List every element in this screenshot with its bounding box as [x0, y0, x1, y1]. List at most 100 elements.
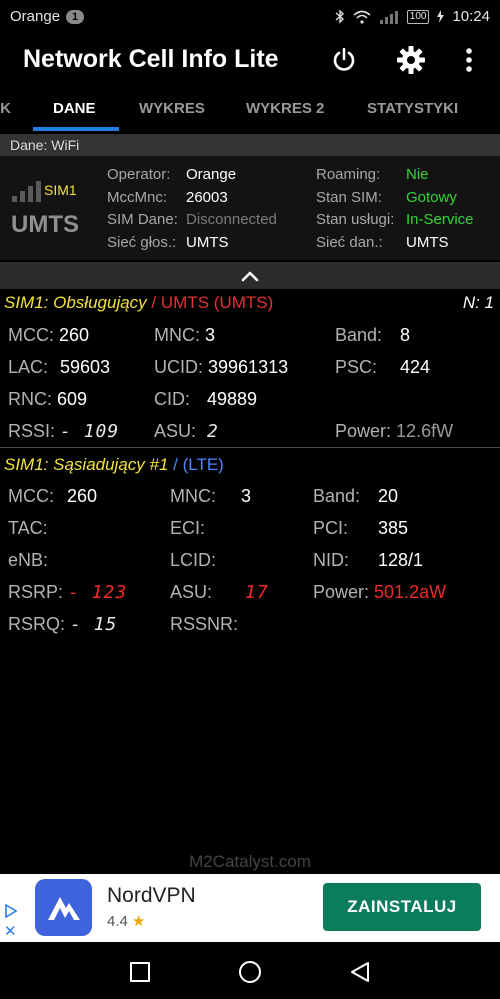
- charging-icon: [437, 10, 445, 23]
- neighbor-eci: ECI:: [170, 518, 206, 538]
- data-connection-bar: Dane: WiFi: [0, 134, 500, 156]
- cell-signal-icon: [379, 10, 398, 24]
- neighbor-lcid: LCID:: [170, 550, 217, 570]
- serving-cid: CID: 49889: [154, 389, 258, 409]
- sim-state-value: Gotowy: [406, 189, 457, 206]
- mccmnc-label: MccMnc:: [107, 189, 167, 206]
- gear-icon[interactable]: [393, 42, 429, 78]
- serving-cell-header: SIM1: Obsługujący / UMTS (UMTS): [4, 293, 273, 313]
- back-icon[interactable]: [348, 960, 372, 984]
- neighbor-rssnr: RSSNR:: [170, 614, 239, 634]
- neighbor-asu: ASU: 17: [170, 582, 269, 603]
- neighbor-cell-header: SIM1: Sąsiadujący #1 / (LTE): [4, 455, 224, 475]
- neighbor-mnc: MNC: 3: [170, 486, 252, 506]
- collapse-toggle[interactable]: [0, 262, 500, 289]
- voice-network-row: Sieć głos.: UMTS: [107, 234, 229, 251]
- neighbor-rsrq: RSRQ: - 15: [8, 614, 118, 635]
- roaming-value: Nie: [406, 166, 429, 183]
- network-type-label: UMTS: [11, 211, 79, 238]
- clock: 10:24: [452, 8, 490, 25]
- carrier-name: Orange: [10, 8, 61, 25]
- voice-network-label: Sieć głos.:: [107, 234, 177, 251]
- data-network-row: Sieć dan.: UMTS: [316, 234, 449, 251]
- operator-value: Orange: [186, 166, 237, 183]
- serving-cell-tech: / UMTS (UMTS): [151, 293, 274, 312]
- status-bar: Orange 1 100 10:24: [0, 0, 500, 34]
- serving-psc: PSC: 424: [335, 357, 431, 377]
- sim-slot-label: SIM1: [44, 182, 77, 198]
- ad-close-icon[interactable]: ✕: [4, 922, 17, 940]
- serving-ucid: UCID: 39961313: [154, 357, 289, 377]
- serving-rnc: RNC: 609: [8, 389, 88, 409]
- neighbor-nid: NID: 128/1: [313, 550, 424, 570]
- mccmnc-value: 26003: [186, 189, 228, 206]
- bluetooth-icon: [335, 9, 344, 24]
- notification-badge: 1: [66, 9, 85, 24]
- system-nav-bar: [0, 942, 500, 999]
- recents-icon[interactable]: [128, 960, 152, 984]
- service-state-value: In-Service: [406, 211, 474, 228]
- ad-banner[interactable]: NordVPN 4.4 ★ ZAINSTALUJ: [0, 874, 500, 942]
- ad-choices-icon[interactable]: [4, 904, 18, 918]
- app-bar: Network Cell Info Lite: [0, 34, 500, 86]
- serving-mnc: MNC: 3: [154, 325, 216, 345]
- app-title: Network Cell Info Lite: [23, 45, 279, 73]
- data-network-label: Sieć dan.:: [316, 234, 383, 251]
- service-state-label: Stan usługi:: [316, 211, 395, 228]
- tab-wykres-2[interactable]: WYKRES 2: [246, 100, 324, 117]
- active-tab-indicator: [33, 127, 119, 131]
- serving-mcc: MCC: 260: [8, 325, 90, 345]
- serving-power: Power: 12.6fW: [335, 421, 454, 441]
- voice-network-value: UMTS: [186, 234, 229, 251]
- neighbor-rsrp: RSRP: - 123: [8, 582, 128, 603]
- signal-strength-icon: [12, 181, 41, 202]
- serving-cell-title: SIM1: Obsługujący: [4, 293, 147, 312]
- neighbor-mcc: MCC: 260: [8, 486, 98, 506]
- tab-bar: IK DANE WYKRES WYKRES 2 STATYSTYKI: [0, 86, 500, 132]
- wifi-icon: [353, 10, 371, 24]
- more-vert-icon[interactable]: [451, 42, 487, 78]
- chevron-up-icon: [241, 271, 259, 281]
- tab-wykres[interactable]: WYKRES: [139, 100, 205, 117]
- tab-dane[interactable]: DANE: [53, 100, 96, 117]
- home-icon[interactable]: [238, 960, 262, 984]
- section-divider: [0, 447, 500, 448]
- sim-state-row: Stan SIM: Gotowy: [316, 189, 457, 206]
- status-left: Orange 1: [10, 8, 85, 25]
- sim-info-panel: SIM1 UMTS Operator: Orange MccMnc: 26003…: [0, 156, 500, 260]
- sim-data-value: Disconnected: [186, 211, 277, 228]
- data-network-value: UMTS: [406, 234, 449, 251]
- neighbor-tac: TAC:: [8, 518, 48, 538]
- operator-row: Operator: Orange: [107, 166, 236, 183]
- neighbor-enb: eNB:: [8, 550, 49, 570]
- neighbor-count: N: 1: [462, 293, 494, 312]
- tab-ik[interactable]: IK: [0, 100, 11, 117]
- serving-band: Band: 8: [335, 325, 411, 345]
- serving-lac: LAC: 59603: [8, 357, 111, 377]
- watermark: M2Catalyst.com: [189, 852, 311, 871]
- roaming-label: Roaming:: [316, 166, 381, 183]
- serving-rssi: RSSI: - 109: [8, 421, 120, 442]
- nordvpn-logo-icon[interactable]: [35, 879, 92, 936]
- ad-rating: 4.4 ★: [107, 913, 146, 930]
- neighbor-cell-tech: / (LTE): [173, 455, 224, 474]
- roaming-row: Roaming: Nie: [316, 166, 429, 183]
- neighbor-power: Power: 501.2aW: [313, 582, 447, 602]
- ad-app-name[interactable]: NordVPN: [107, 884, 196, 908]
- sim-data-row: SIM Dane: Disconnected: [107, 211, 277, 228]
- mccmnc-row: MccMnc: 26003: [107, 189, 228, 206]
- operator-label: Operator:: [107, 166, 171, 183]
- tab-statystyki[interactable]: STATYSTYKI: [367, 100, 458, 117]
- install-button[interactable]: ZAINSTALUJ: [323, 883, 481, 931]
- power-icon[interactable]: [326, 42, 362, 78]
- sim-state-label: Stan SIM:: [316, 189, 382, 206]
- battery-icon: 100: [406, 9, 430, 24]
- neighbor-band: Band: 20: [313, 486, 399, 506]
- neighbor-pci: PCI: 385: [313, 518, 409, 538]
- star-icon: ★: [132, 913, 146, 930]
- status-right: 100 10:24: [335, 8, 490, 25]
- service-state-row: Stan usługi: In-Service: [316, 211, 474, 228]
- serving-asu: ASU: 2: [154, 421, 219, 442]
- neighbor-cell-title: SIM1: Sąsiadujący #1: [4, 455, 169, 474]
- sim-data-label: SIM Dane:: [107, 211, 178, 228]
